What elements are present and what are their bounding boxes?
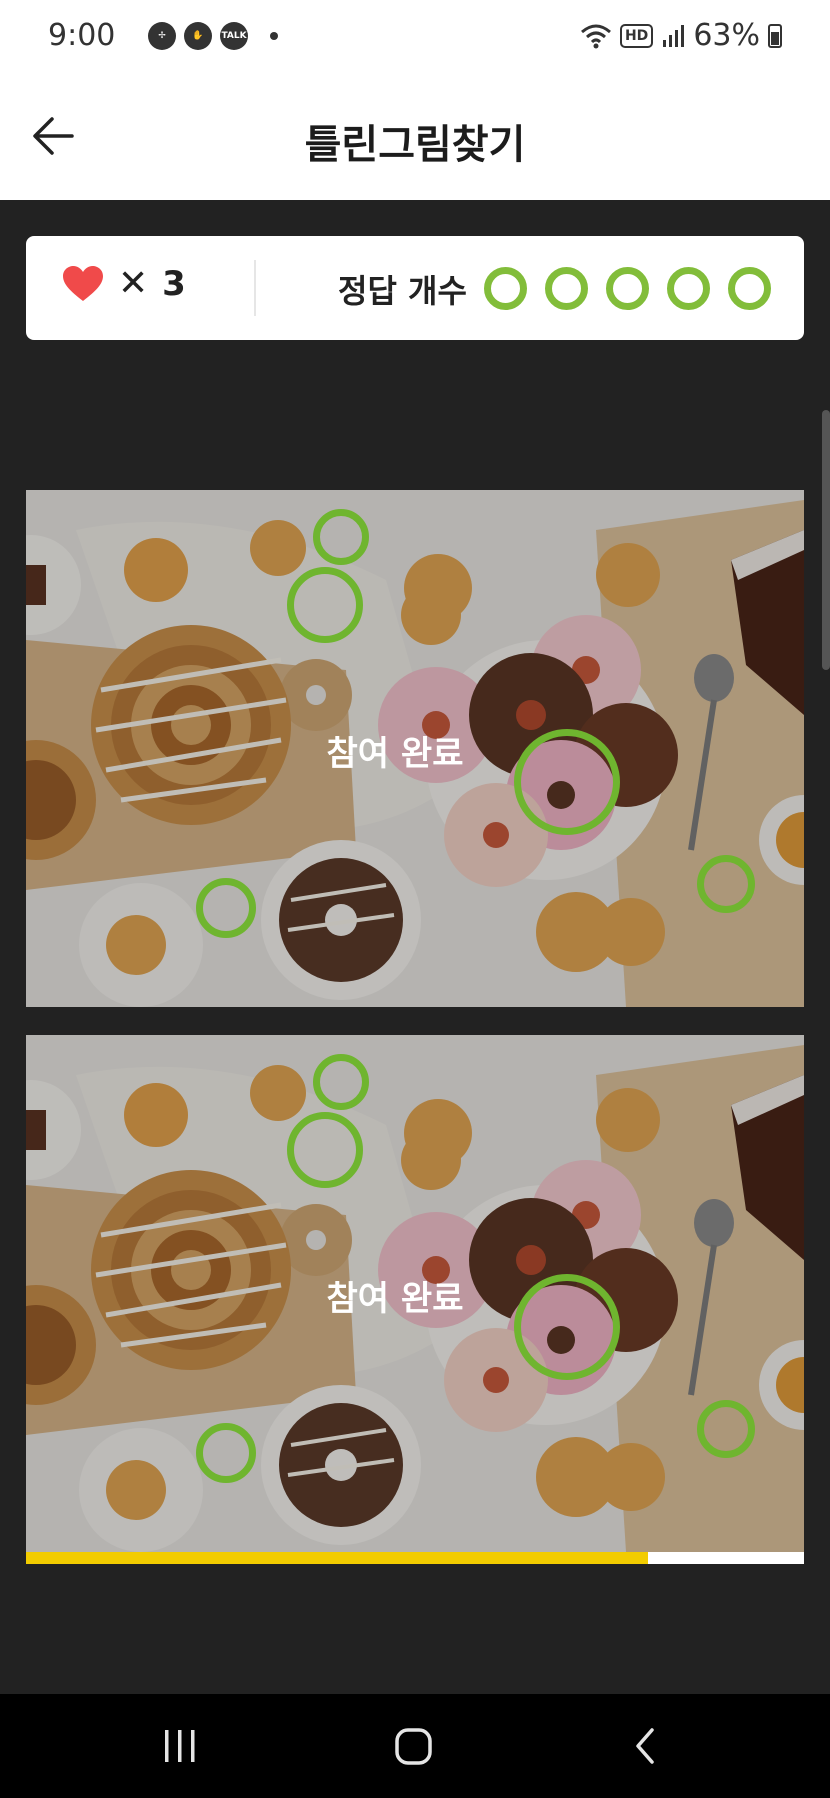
- app-header: 틀린그림찾기: [0, 76, 830, 200]
- answer-dot: [484, 267, 527, 310]
- divider: [254, 260, 256, 316]
- found-marker: [196, 878, 256, 938]
- hd-voice-icon: HD: [619, 23, 654, 48]
- found-marker: [697, 1400, 755, 1458]
- battery-icon: [768, 23, 782, 48]
- signal-icon: [663, 24, 685, 47]
- answer-count-dots: [484, 267, 771, 310]
- heart-icon: [63, 266, 103, 301]
- fan-icon: ✢: [148, 22, 176, 50]
- status-bar: 9:00 ✢ ✋ TALK HD 63%: [0, 0, 830, 76]
- home-icon[interactable]: [392, 1724, 436, 1768]
- page-title: 틀린그림찾기: [304, 122, 526, 168]
- battery-percent: 63%: [693, 18, 760, 53]
- hand-icon: ✋: [184, 22, 212, 50]
- lives-indicator: ✕ 3: [62, 264, 186, 304]
- found-marker: [196, 1423, 256, 1483]
- back-chevron-icon[interactable]: [630, 1724, 660, 1768]
- game-content: ✕ 3 정답 개수 참여 완료 참여 완료: [0, 200, 830, 1694]
- original-image[interactable]: 참여 완료: [26, 490, 804, 1007]
- found-marker: [287, 567, 363, 643]
- status-right: HD 63%: [580, 18, 782, 53]
- status-time: 9:00: [48, 18, 116, 53]
- notification-icons: ✢ ✋ TALK: [148, 22, 278, 50]
- answer-dot: [728, 267, 771, 310]
- time-progress-bar: [26, 1552, 804, 1564]
- system-nav-bar: [0, 1694, 830, 1798]
- answer-dot: [545, 267, 588, 310]
- recent-apps-icon[interactable]: [160, 1724, 200, 1768]
- completed-label: 참여 완료: [326, 734, 464, 774]
- found-marker: [313, 509, 369, 565]
- lives-multiplier: ✕: [118, 263, 149, 304]
- answer-dot: [667, 267, 710, 310]
- scroll-indicator[interactable]: [822, 410, 830, 670]
- modified-image[interactable]: 참여 완료: [26, 1035, 804, 1552]
- lives-count: 3: [162, 264, 186, 304]
- found-marker: [287, 1112, 363, 1188]
- found-marker: [313, 1054, 369, 1110]
- time-progress-fill: [26, 1552, 649, 1564]
- answer-dot: [606, 267, 649, 310]
- score-card: ✕ 3 정답 개수: [26, 236, 804, 340]
- found-marker: [697, 855, 755, 913]
- wifi-icon: [580, 24, 611, 48]
- more-notifications-dot: [270, 32, 278, 40]
- completed-label: 참여 완료: [326, 1279, 464, 1319]
- talk-icon: TALK: [220, 22, 248, 50]
- answers-label: 정답 개수: [338, 272, 467, 310]
